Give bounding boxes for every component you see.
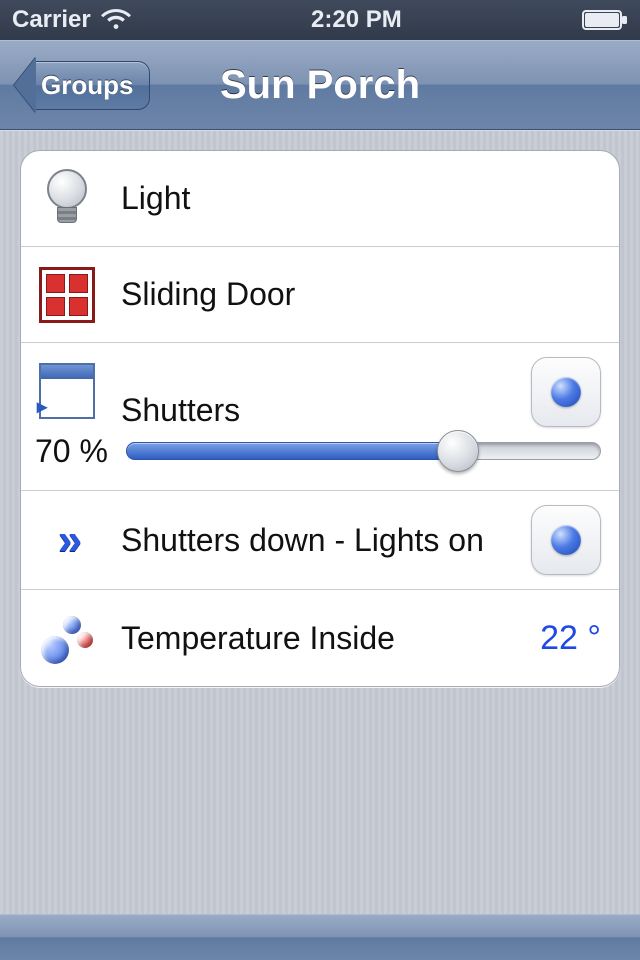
row-temperature[interactable]: Temperature Inside 22 ° xyxy=(21,590,619,686)
row-label: Shutters down - Lights on xyxy=(121,522,484,559)
device-list: Light Sliding Door ▸ Shutters 70 % xyxy=(20,150,620,687)
shutters-slider[interactable] xyxy=(126,440,601,462)
row-label: Temperature Inside xyxy=(121,620,395,657)
slider-thumb[interactable] xyxy=(437,430,479,472)
back-button[interactable]: Groups xyxy=(14,57,150,113)
scene-status-button[interactable] xyxy=(531,505,601,575)
status-dot-icon xyxy=(551,377,581,407)
shutter-icon: ▸ xyxy=(35,359,99,423)
content-area: Light Sliding Door ▸ Shutters 70 % xyxy=(0,130,640,914)
row-shutters: ▸ Shutters 70 % xyxy=(21,343,619,491)
bottom-bar xyxy=(0,914,640,960)
temperature-value: 22 ° xyxy=(540,619,601,658)
temperature-icon xyxy=(35,606,99,670)
shutters-status-button[interactable] xyxy=(531,357,601,427)
clock-label: 2:20 PM xyxy=(311,6,402,34)
row-label: Sliding Door xyxy=(121,276,295,313)
scene-icon: » xyxy=(35,508,99,572)
carrier-label: Carrier xyxy=(12,6,91,34)
nav-bar: Groups Sun Porch xyxy=(0,40,640,130)
row-sliding-door[interactable]: Sliding Door xyxy=(21,247,619,343)
page-title: Sun Porch xyxy=(220,63,420,108)
battery-icon xyxy=(582,10,628,30)
row-label: Light xyxy=(121,180,190,217)
door-icon xyxy=(35,263,99,327)
status-dot-icon xyxy=(551,525,581,555)
row-light[interactable]: Light xyxy=(21,151,619,247)
chevron-left-icon xyxy=(14,57,36,113)
back-button-label: Groups xyxy=(41,70,133,100)
lightbulb-icon xyxy=(35,167,99,231)
shutters-percent-label: 70 % xyxy=(35,433,108,470)
row-label: Shutters xyxy=(121,392,240,429)
row-scene[interactable]: » Shutters down - Lights on xyxy=(21,491,619,590)
status-bar: Carrier 2:20 PM xyxy=(0,0,640,40)
wifi-icon xyxy=(101,9,131,31)
